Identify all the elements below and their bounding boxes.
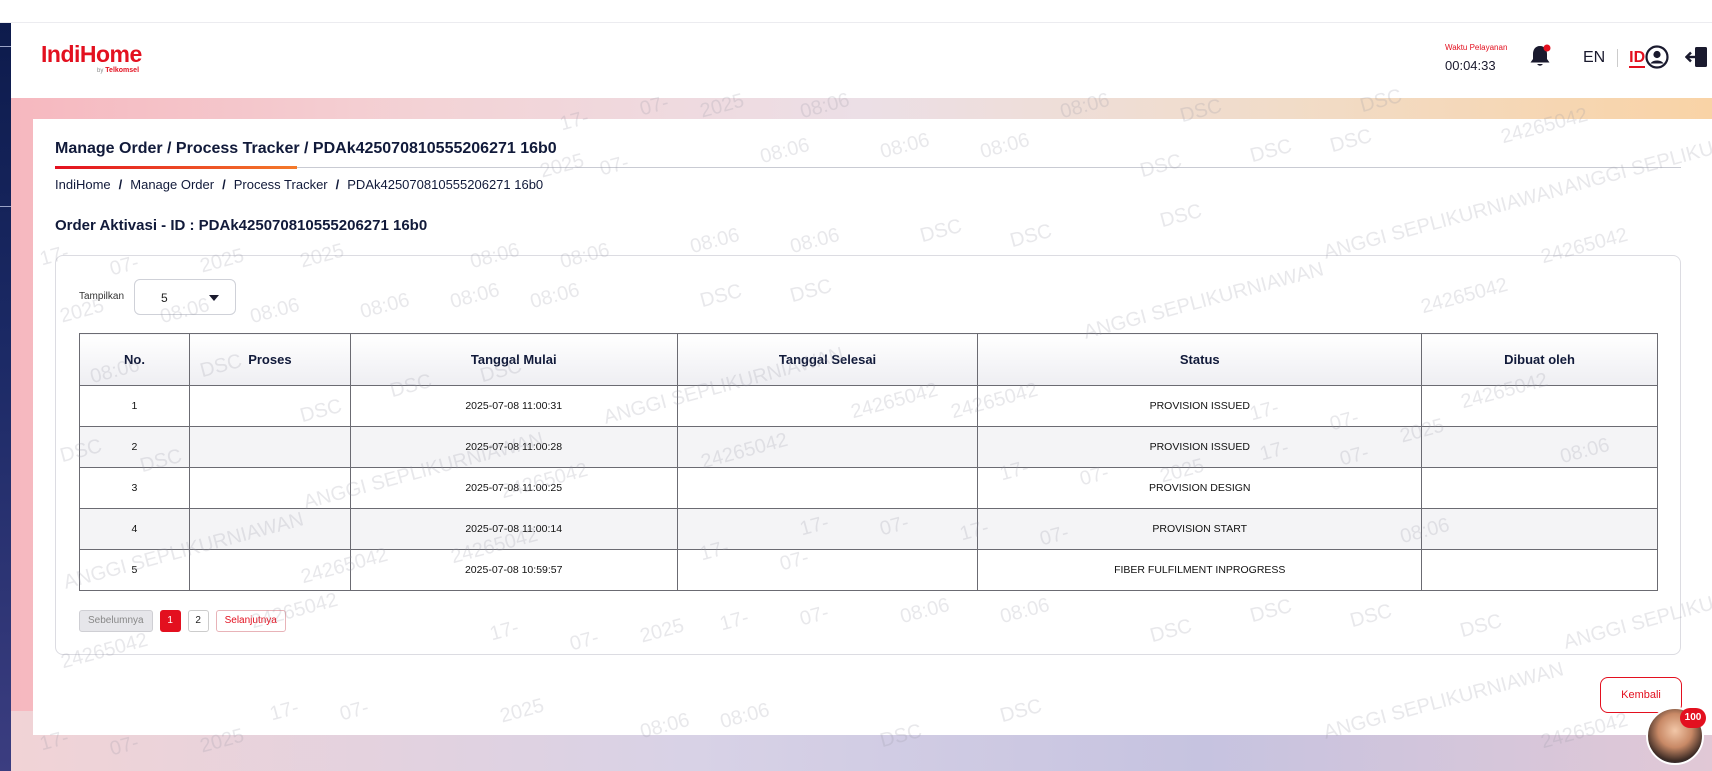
cell-status: PROVISION ISSUED (977, 385, 1423, 427)
col-header-tanggal-mulai: Tanggal Mulai (349, 333, 678, 386)
indihome-logo[interactable]: IndiHome by Telkomsel (41, 41, 151, 81)
cell-tanggal-selesai (676, 385, 979, 427)
table-row: 2 2025-07-08 11:00:28 PROVISION ISSUED (79, 426, 1658, 468)
table-row: 3 2025-07-08 11:00:25 PROVISION DESIGN (79, 467, 1658, 509)
page-size-value: 5 (161, 291, 168, 305)
col-header-tanggal-selesai: Tanggal Selesai (676, 333, 979, 386)
logout-icon[interactable] (1684, 45, 1709, 69)
col-header-no: No. (79, 333, 190, 386)
breadcrumb-item-order-id: PDAk425070810555206271 16b0 (347, 177, 544, 192)
cell-tanggal-selesai (676, 508, 979, 550)
col-header-status: Status (977, 333, 1423, 386)
language-switcher: EN ID (1583, 49, 1646, 69)
breadcrumb-item-manage-order[interactable]: Manage Order (130, 177, 214, 192)
cell-status: PROVISION ISSUED (977, 426, 1423, 468)
cell-dibuat-oleh (1421, 549, 1658, 591)
cell-tanggal-mulai: 2025-07-08 11:00:31 (349, 385, 678, 427)
breadcrumb-item-process-tracker[interactable]: Process Tracker (234, 177, 328, 192)
sidebar-divider (0, 46, 11, 47)
cell-no: 3 (79, 467, 190, 509)
cell-no: 5 (79, 549, 190, 591)
logo-sub-brand: Telkomsel (105, 67, 140, 74)
lang-divider (1616, 49, 1618, 67)
cell-proses (188, 467, 351, 509)
cell-no: 1 (79, 385, 190, 427)
service-time-label: Waktu Pelayanan (1445, 43, 1508, 52)
cell-dibuat-oleh (1421, 508, 1658, 550)
cell-tanggal-mulai: 2025-07-08 11:00:14 (349, 508, 678, 550)
cell-tanggal-mulai: 2025-07-08 10:59:57 (349, 549, 678, 591)
page-1-button[interactable]: 1 (159, 610, 181, 632)
title-accent-bar (55, 166, 297, 169)
process-table: No. Proses Tanggal Mulai Tanggal Selesai… (79, 333, 1658, 591)
cell-tanggal-mulai: 2025-07-08 11:00:28 (349, 426, 678, 468)
prev-page-button[interactable]: Sebelumnya (79, 610, 153, 632)
lang-en-button[interactable]: EN (1583, 49, 1605, 66)
col-header-proses: Proses (188, 333, 351, 386)
cell-status: FIBER FULFILMENT INPROGRESS (977, 549, 1423, 591)
top-strip (0, 0, 1712, 23)
breadcrumb: IndiHome / Manage Order / Process Tracker / PD… (55, 177, 543, 192)
page-size-label: Tampilkan (79, 291, 125, 302)
cell-no: 2 (79, 426, 190, 468)
cell-tanggal-mulai: 2025-07-08 11:00:25 (349, 467, 678, 509)
notification-count-badge: 100 (1680, 708, 1706, 728)
page-title: Manage Order / Process Tracker / PDAk425… (55, 140, 557, 157)
pagination: Sebelumnya 1 2 Selanjutnya (79, 610, 286, 632)
cell-tanggal-selesai (676, 467, 979, 509)
table-header-row: No. Proses Tanggal Mulai Tanggal Selesai… (79, 333, 1658, 386)
cell-proses (188, 385, 351, 427)
cell-dibuat-oleh (1421, 385, 1658, 427)
left-sidebar-strip[interactable] (0, 23, 11, 771)
breadcrumb-item-indihome[interactable]: IndiHome (55, 177, 111, 192)
page-size-select[interactable]: 5 (134, 279, 236, 315)
col-header-dibuat-oleh: Dibuat oleh (1421, 333, 1658, 386)
cell-dibuat-oleh (1421, 467, 1658, 509)
table-row: 5 2025-07-08 10:59:57 FIBER FULFILMENT I… (79, 549, 1658, 591)
chevron-down-icon (209, 295, 219, 301)
title-divider (55, 167, 1681, 168)
cell-dibuat-oleh (1421, 426, 1658, 468)
logo-sub-by: by (97, 68, 104, 74)
table-row: 1 2025-07-08 11:00:31 PROVISION ISSUED (79, 385, 1658, 427)
page-2-button[interactable]: 2 (187, 610, 209, 632)
bell-icon[interactable] (1527, 43, 1553, 69)
cell-no: 4 (79, 508, 190, 550)
cell-proses (188, 549, 351, 591)
logo-subtext: by Telkomsel (97, 67, 139, 74)
next-page-button[interactable]: Selanjutnya (215, 610, 286, 632)
app-header: IndiHome by Telkomsel Waktu Pelayanan 00… (11, 23, 1712, 98)
sidebar-divider (0, 206, 11, 207)
cell-tanggal-selesai (676, 426, 979, 468)
service-time-value: 00:04:33 (1445, 58, 1496, 73)
lang-id-button[interactable]: ID (1629, 49, 1646, 69)
user-circle-icon[interactable] (1645, 45, 1669, 69)
breadcrumb-separator: / (335, 177, 340, 192)
table-row: 4 2025-07-08 11:00:14 PROVISION START (79, 508, 1658, 550)
cell-tanggal-selesai (676, 549, 979, 591)
logo-text: IndiHome (41, 41, 142, 67)
cell-proses (188, 426, 351, 468)
cell-proses (188, 508, 351, 550)
service-timer: Waktu Pelayanan 00:04:33 (1445, 43, 1525, 73)
breadcrumb-separator: / (222, 177, 226, 192)
order-title: Order Aktivasi - ID : PDAk42507081055520… (55, 217, 428, 234)
breadcrumb-separator: / (118, 177, 123, 192)
cell-status: PROVISION DESIGN (977, 467, 1423, 509)
cell-status: PROVISION START (977, 508, 1423, 550)
